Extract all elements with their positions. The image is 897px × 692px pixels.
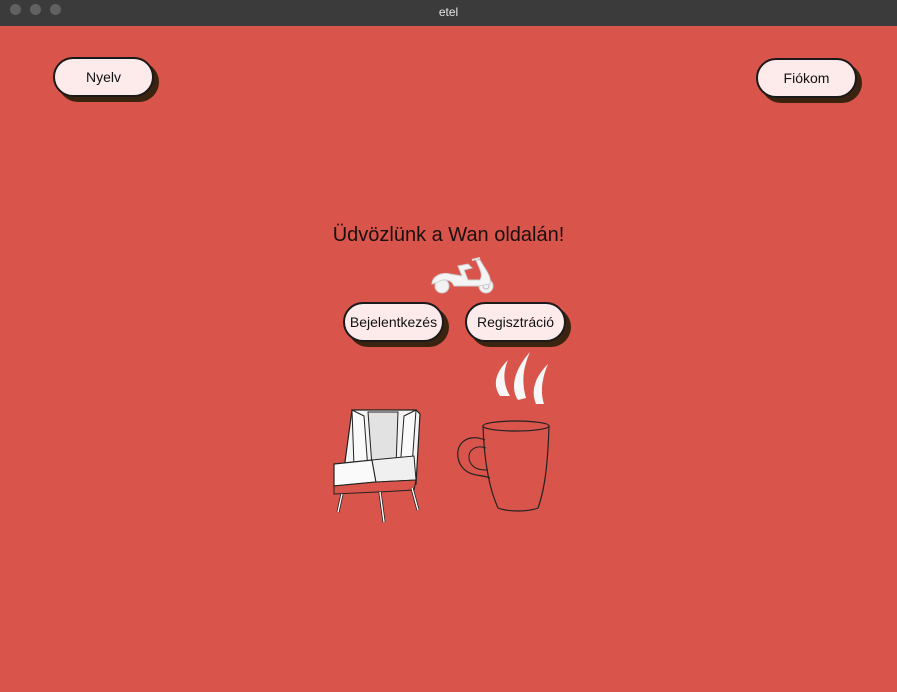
armchair-icon [333, 409, 421, 523]
window-title: etel [438, 5, 459, 19]
welcome-heading: Üdvözlünk a Wan oldalán! [332, 224, 565, 246]
coffee-mug-icon [457, 352, 550, 512]
title-bar: etel [0, 0, 897, 26]
register-button[interactable]: Regisztráció [465, 302, 566, 342]
account-button[interactable]: Fiókom [756, 58, 857, 98]
login-button[interactable]: Bejelentkezés [343, 302, 444, 342]
scooter-icon [431, 257, 494, 294]
app-content: Nyelv Fiókom Üdvözlünk a Wan oldalán! Be… [0, 26, 897, 692]
language-button[interactable]: Nyelv [53, 57, 154, 97]
